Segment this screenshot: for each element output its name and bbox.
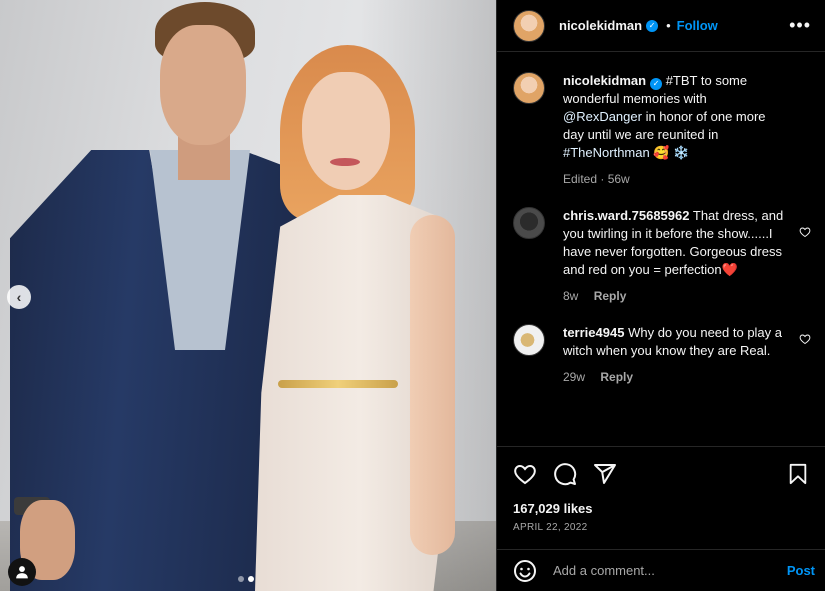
comment-time: 29w bbox=[563, 370, 586, 384]
heart-icon bbox=[514, 464, 536, 485]
comment-meta: 8w Reply bbox=[563, 287, 789, 305]
comments-list[interactable]: nicolekidman ✓ #TBT to some wonderful mem… bbox=[497, 53, 825, 446]
caption-edited: Edited · 56w bbox=[563, 172, 630, 186]
post-media[interactable]: ‹ bbox=[0, 0, 496, 591]
comment-meta: 29w Reply bbox=[563, 368, 789, 386]
caption-hashtag-link[interactable]: #TheNorthman bbox=[563, 145, 650, 160]
caption-meta: Edited · 56w bbox=[563, 170, 789, 188]
comment-time: 8w bbox=[563, 289, 579, 303]
comment-icon bbox=[554, 463, 577, 486]
save-icon bbox=[789, 463, 807, 485]
comment-composer: Post bbox=[497, 549, 825, 591]
caption-body: nicolekidman ✓ #TBT to some wonderful mem… bbox=[563, 72, 809, 188]
post-header: nicolekidman ✓ • Follow ••• bbox=[497, 0, 825, 52]
commenter-avatar[interactable] bbox=[513, 324, 545, 356]
save-button[interactable] bbox=[787, 463, 809, 485]
caption-username[interactable]: nicolekidman bbox=[563, 73, 646, 88]
caption-emoji: 🥰 ❄️ bbox=[649, 145, 690, 160]
user-tag-icon bbox=[16, 566, 28, 579]
carousel-prev-icon: ‹ bbox=[16, 289, 22, 305]
post-comment-button[interactable]: Post bbox=[787, 563, 815, 578]
share-icon bbox=[594, 464, 616, 484]
follow-button[interactable]: Follow bbox=[677, 18, 718, 33]
woman-face bbox=[302, 72, 390, 190]
share-button[interactable] bbox=[593, 462, 617, 486]
comment-body: chris.ward.75685962 That dress, and you … bbox=[563, 207, 809, 305]
caption-mention-link[interactable]: @RexDanger bbox=[563, 109, 642, 124]
woman-arm bbox=[410, 215, 455, 555]
caption-avatar[interactable] bbox=[513, 72, 545, 104]
likes-count[interactable]: 167,029 likes bbox=[513, 501, 809, 516]
reply-button[interactable]: Reply bbox=[600, 370, 633, 384]
reply-button[interactable]: Reply bbox=[594, 289, 627, 303]
author-avatar[interactable] bbox=[513, 9, 545, 42]
comment-like-icon[interactable] bbox=[799, 226, 811, 238]
verified-icon: ✓ bbox=[646, 19, 659, 32]
comment-body: terrie4945 Why do you need to play a wit… bbox=[563, 324, 809, 386]
man-head bbox=[160, 25, 246, 145]
commenter-avatar[interactable] bbox=[513, 207, 545, 239]
post-actions: 167,029 likes APRIL 22, 2022 bbox=[497, 446, 825, 533]
separator-dot: • bbox=[666, 18, 671, 33]
photo-subject-woman bbox=[250, 0, 480, 591]
author-username[interactable]: nicolekidman bbox=[559, 18, 642, 33]
post-side-panel: nicolekidman ✓ • Follow ••• nicolekidman… bbox=[496, 0, 825, 591]
carousel-dot-active bbox=[248, 576, 254, 582]
woman-lips bbox=[330, 158, 360, 166]
author-name-row: nicolekidman ✓ • Follow bbox=[559, 18, 718, 33]
verified-icon: ✓ bbox=[650, 78, 663, 90]
comment-like-icon[interactable] bbox=[799, 333, 811, 345]
post-date: APRIL 22, 2022 bbox=[513, 522, 588, 533]
woman-belt bbox=[278, 380, 398, 388]
carousel-dots bbox=[238, 576, 254, 582]
comment-item: terrie4945 Why do you need to play a wit… bbox=[513, 305, 811, 386]
comment-username[interactable]: chris.ward.75685962 bbox=[563, 208, 689, 223]
caption: nicolekidman ✓ #TBT to some wonderful mem… bbox=[513, 53, 809, 188]
carousel-dot bbox=[238, 576, 244, 582]
comment-username[interactable]: terrie4945 bbox=[563, 325, 624, 340]
action-icons bbox=[513, 459, 809, 489]
comment-input[interactable] bbox=[553, 563, 787, 578]
carousel-prev-button[interactable]: ‹ bbox=[7, 285, 31, 309]
like-button[interactable] bbox=[513, 462, 537, 486]
comment-item: chris.ward.75685962 That dress, and you … bbox=[513, 188, 811, 305]
more-icon[interactable]: ••• bbox=[789, 15, 811, 36]
user-tag-button[interactable] bbox=[8, 558, 36, 586]
emoji-icon[interactable] bbox=[513, 559, 537, 583]
comment-button[interactable] bbox=[553, 462, 577, 486]
